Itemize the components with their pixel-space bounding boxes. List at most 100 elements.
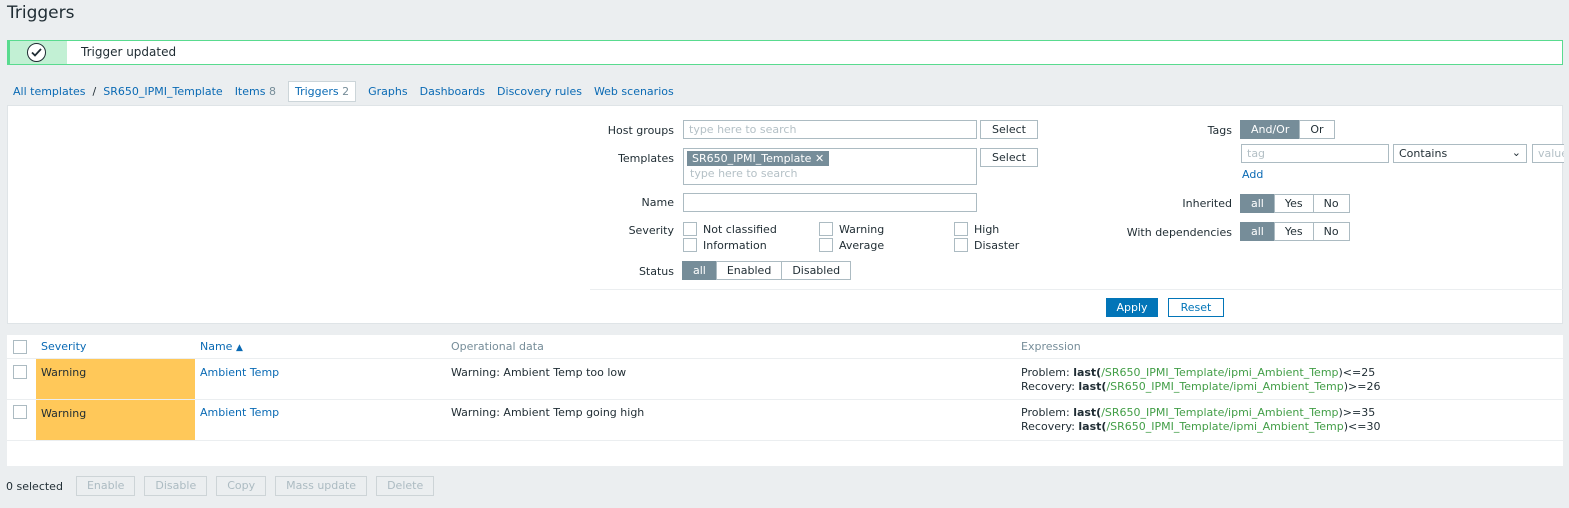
delete-button[interactable]: Delete: [376, 476, 435, 496]
severity-cell: Warning: [36, 359, 195, 399]
enable-button[interactable]: Enable: [75, 476, 136, 496]
breadcrumb-all-templates[interactable]: All templates: [13, 85, 86, 98]
templates-select-button[interactable]: Select: [980, 148, 1038, 167]
filter-panel: Host groups type here to search Select T…: [7, 105, 1564, 324]
expression-function: last(: [1078, 420, 1107, 433]
row-checkbox[interactable]: [13, 405, 27, 419]
row-checkbox[interactable]: [13, 365, 27, 379]
inherited-label: Inherited: [1182, 197, 1232, 210]
copy-button[interactable]: Copy: [216, 476, 267, 496]
tab-web-scenarios[interactable]: Web scenarios: [594, 85, 674, 98]
name-column-header[interactable]: Name ▲: [200, 335, 243, 358]
severity-option-label: Average: [839, 238, 885, 252]
templates-multiselect[interactable]: SR650_IPMI_Template ✕ type here to searc…: [683, 148, 977, 185]
tab-items-label: Items: [234, 84, 266, 98]
severity-option-label: Disaster: [974, 238, 1020, 252]
expression-item-link[interactable]: /SR650_IPMI_Template/ipmi_Ambient_Temp: [1101, 406, 1338, 419]
tab-graphs[interactable]: Graphs: [368, 85, 407, 98]
apply-button[interactable]: Apply: [1106, 298, 1158, 317]
template-chip-label: SR650_IPMI_Template: [692, 152, 812, 165]
expression-suffix: )>=26: [1343, 380, 1381, 393]
expression-item-link[interactable]: /SR650_IPMI_Template/ipmi_Ambient_Temp: [1101, 366, 1338, 379]
severity-high-checkbox[interactable]: High: [954, 222, 999, 236]
host-groups-select-button[interactable]: Select: [980, 120, 1038, 139]
inherited-all[interactable]: all: [1240, 194, 1275, 213]
tab-items[interactable]: Items 8: [235, 85, 276, 98]
tab-dashboards[interactable]: Dashboards: [420, 85, 485, 98]
sort-ascending-icon: ▲: [235, 343, 243, 353]
tag-name-input[interactable]: tag: [1241, 144, 1389, 163]
trigger-name-link[interactable]: Ambient Temp: [200, 366, 279, 379]
severity-disaster-checkbox[interactable]: Disaster: [954, 238, 1019, 252]
inherited-no[interactable]: No: [1312, 194, 1350, 213]
status-disabled[interactable]: Disabled: [781, 261, 852, 280]
tab-triggers[interactable]: Triggers 2: [287, 80, 357, 102]
problem-expression: Problem: last(/SR650_IPMI_Template/ipmi_…: [1021, 366, 1380, 380]
select-all-checkbox[interactable]: [13, 340, 27, 354]
tab-triggers-label: Triggers: [294, 84, 339, 98]
status-label: Status: [638, 265, 674, 278]
disable-button[interactable]: Disable: [144, 476, 208, 496]
host-groups-input[interactable]: type here to search: [683, 120, 977, 139]
inherited-yes[interactable]: Yes: [1273, 194, 1314, 213]
checkbox-box[interactable]: [683, 222, 697, 236]
severity-option-label: Information: [703, 238, 767, 252]
tags-and-or[interactable]: And/Or: [1240, 120, 1301, 139]
severity-information-checkbox[interactable]: Information: [683, 238, 767, 252]
breadcrumb-separator: /: [92, 84, 97, 98]
operational-data: Warning: Ambient Temp going high: [451, 406, 645, 419]
chevron-down-icon: ⌄: [1511, 146, 1521, 159]
expression-function: last(: [1073, 366, 1102, 379]
dependencies-no[interactable]: No: [1312, 222, 1350, 241]
dependencies-yes[interactable]: Yes: [1273, 222, 1314, 241]
status-all[interactable]: all: [682, 261, 717, 280]
name-input[interactable]: [683, 193, 977, 212]
tags-label: Tags: [1207, 124, 1232, 137]
expression-prefix: Problem:: [1021, 366, 1074, 379]
expression-prefix: Recovery:: [1021, 420, 1079, 433]
checkbox-box[interactable]: [954, 222, 968, 236]
expression-prefix: Problem:: [1021, 406, 1074, 419]
trigger-name-link[interactable]: Ambient Temp: [200, 406, 279, 419]
severity-average-checkbox[interactable]: Average: [819, 238, 884, 252]
expression-item-link[interactable]: /SR650_IPMI_Template/ipmi_Ambient_Temp: [1106, 380, 1343, 393]
triggers-table: Severity Name ▲ Operational data Express…: [7, 335, 1563, 466]
status-enabled[interactable]: Enabled: [715, 261, 783, 280]
templates-label: Templates: [618, 152, 674, 165]
check-circle-icon: [27, 43, 46, 62]
severity-column-header[interactable]: Severity: [41, 335, 86, 358]
expression-item-link[interactable]: /SR650_IPMI_Template/ipmi_Ambient_Temp: [1106, 420, 1343, 433]
tag-operator-value: Contains: [1399, 147, 1448, 160]
row-divider: [7, 358, 1563, 359]
tag-add-link[interactable]: Add: [1242, 168, 1263, 181]
severity-warning-checkbox[interactable]: Warning: [819, 222, 884, 236]
checkbox-box[interactable]: [819, 222, 833, 236]
success-icon-box: [7, 41, 67, 64]
tag-value-input[interactable]: value: [1532, 144, 1564, 163]
mass-action-bar: 0 selected Enable Disable Copy Mass upda…: [0, 475, 443, 497]
expression-function: last(: [1073, 406, 1102, 419]
tab-discovery-rules[interactable]: Discovery rules: [497, 85, 582, 98]
success-message-text: Trigger updated: [81, 45, 177, 59]
name-column-label: Name: [200, 340, 233, 353]
expression-suffix: )>=35: [1338, 406, 1376, 419]
checkbox-box[interactable]: [683, 238, 697, 252]
checkbox-box[interactable]: [954, 238, 968, 252]
severity-option-label: Warning: [839, 222, 885, 236]
operational-data: Warning: Ambient Temp too low: [451, 366, 627, 379]
row-divider: [7, 399, 1563, 400]
dependencies-label: With dependencies: [1126, 226, 1232, 239]
checkbox-box[interactable]: [819, 238, 833, 252]
severity-cell: Warning: [36, 400, 195, 440]
severity-option-label: High: [974, 222, 1000, 236]
tags-or[interactable]: Or: [1299, 120, 1335, 139]
severity-label: Severity: [628, 224, 674, 237]
breadcrumb-template[interactable]: SR650_IPMI_Template: [103, 85, 222, 98]
severity-not-classified-checkbox[interactable]: Not classified: [683, 222, 777, 236]
mass-update-button[interactable]: Mass update: [275, 476, 368, 496]
remove-icon[interactable]: ✕: [815, 152, 824, 165]
reset-button[interactable]: Reset: [1168, 298, 1224, 317]
tag-operator-select[interactable]: Contains ⌄: [1393, 144, 1527, 163]
dependencies-all[interactable]: all: [1240, 222, 1275, 241]
template-navigation: All templates / SR650_IPMI_Template Item…: [7, 80, 680, 102]
